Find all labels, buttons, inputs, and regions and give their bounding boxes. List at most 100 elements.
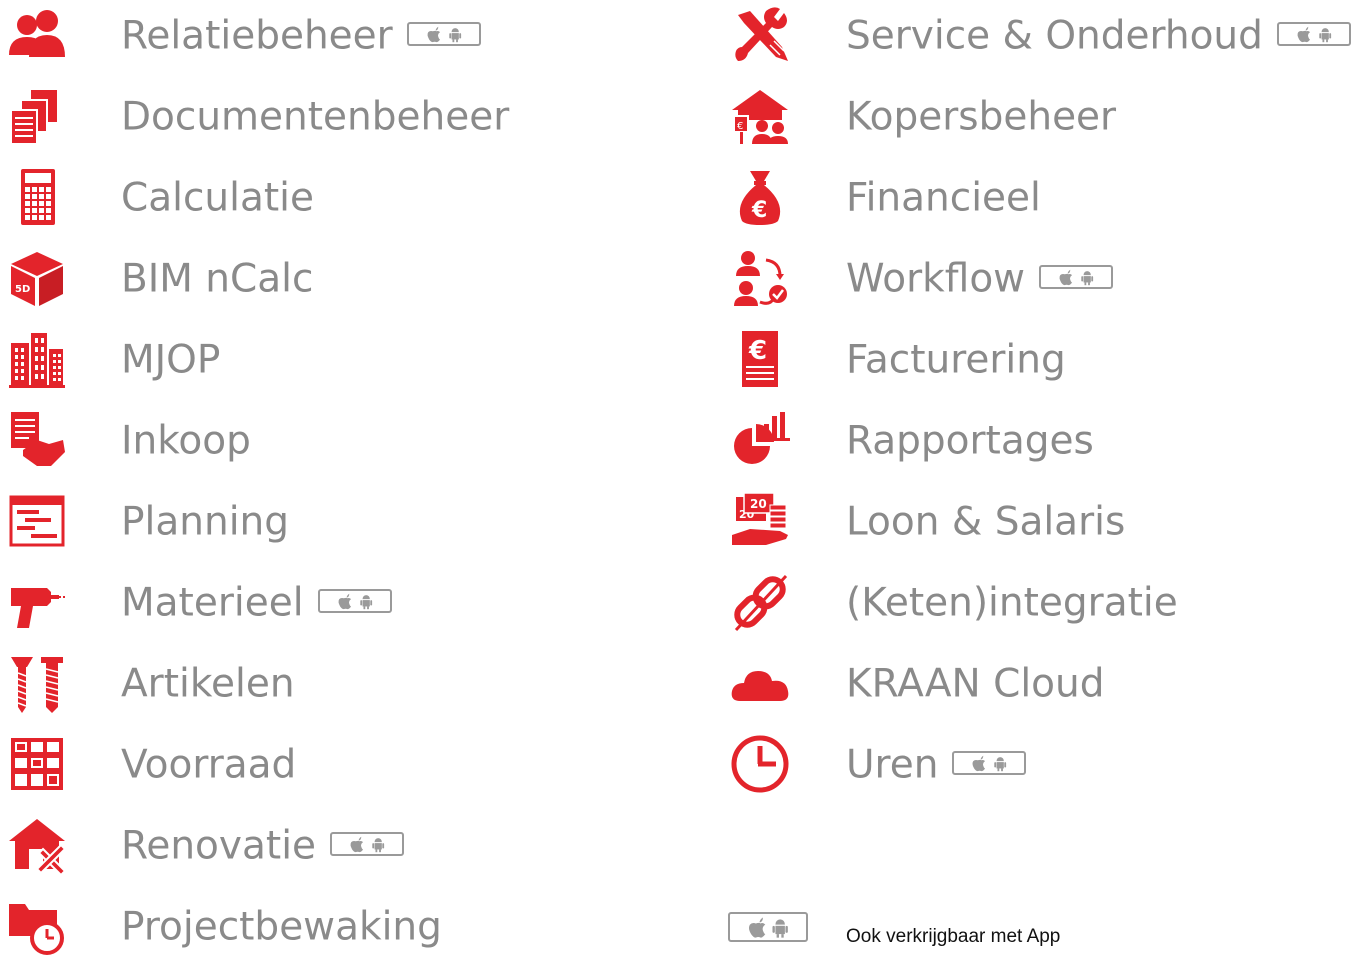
module-item[interactable]: Renovatie [0,810,1357,880]
legend-text: Ook verkrijgbaar met App [846,926,1061,947]
clock-icon [730,734,790,794]
gantt-icon [7,491,67,551]
module-label[interactable]: Projectbewaking [121,891,442,961]
module-label[interactable]: Workflow [846,243,1114,313]
module-label[interactable]: Voorraad [121,729,296,799]
module-label-text: Uren [846,742,939,788]
apple-android-badge-icon [728,912,808,942]
module-label[interactable]: Renovatie [121,810,405,880]
module-label-text: Service & Onderhoud [846,13,1263,59]
module-label[interactable]: Financieel [846,162,1041,232]
module-item[interactable]: (Keten)integratie [0,567,1357,637]
svg-text:20: 20 [739,508,755,521]
module-item[interactable]: Workflow [0,243,1357,313]
screws-icon [7,653,67,713]
module-item[interactable]: € Facturering [0,324,1357,394]
module-label-text: Materieel [121,580,304,626]
drill-icon [7,572,67,632]
svg-text:€: € [737,121,743,132]
module-label-text: Artikelen [121,661,295,707]
module-item[interactable]: Calculatie [0,162,1357,232]
module-item[interactable]: € Kopersbeheer [0,81,1357,151]
module-item[interactable]: KRAAN Cloud [0,648,1357,718]
module-item[interactable]: Relatiebeheer [0,0,1357,70]
chain-link-icon [730,572,790,632]
apple-android-badge-icon [406,21,481,46]
module-label-text: Projectbewaking [121,904,442,950]
module-label[interactable]: Rapportages [846,405,1094,475]
invoice-icon: € [730,329,790,389]
module-label-text: (Keten)integratie [846,580,1178,626]
module-item[interactable]: Projectbewaking [0,891,1357,961]
module-label[interactable]: (Keten)integratie [846,567,1178,637]
module-label-text: Loon & Salaris [846,499,1126,545]
module-label[interactable]: Loon & Salaris [846,486,1125,556]
module-item[interactable]: Planning [0,486,1357,556]
wrench-screwdriver-icon [730,5,790,65]
buildings-icon [7,329,67,389]
module-item[interactable]: 20 20 Loon & Salaris [0,486,1357,556]
apple-android-badge-icon [952,750,1027,775]
apple-android-badge-icon [330,831,405,856]
module-item[interactable]: Voorraad [0,729,1357,799]
module-item[interactable]: € Financieel [0,162,1357,232]
module-item[interactable]: Inkoop [0,405,1357,475]
house-tools-icon [7,815,67,875]
module-label[interactable]: Kopersbeheer [846,81,1116,151]
module-label-text: Workflow [846,256,1026,302]
module-label-text: MJOP [121,337,221,383]
pie-bar-chart-icon [730,410,790,470]
module-item[interactable]: Service & Onderhoud [0,0,1357,70]
module-label-text: KRAAN Cloud [846,661,1105,707]
module-label[interactable]: Artikelen [121,648,295,718]
module-label[interactable]: Calculatie [121,162,314,232]
module-label[interactable]: Planning [121,486,289,556]
calculator-icon [7,167,67,227]
module-label-text: Financieel [846,175,1041,221]
module-label[interactable]: Relatiebeheer [121,0,481,70]
module-item[interactable]: Artikelen [0,648,1357,718]
module-label[interactable]: Service & Onderhoud [846,0,1351,70]
salary-hand-icon: 20 20 [730,491,790,551]
house-buyers-icon: € [730,86,790,146]
warehouse-shelves-icon [7,734,67,794]
module-item[interactable]: Uren [0,729,1357,799]
folder-stopwatch-icon [7,896,67,956]
module-item[interactable]: Documentenbeheer [0,81,1357,151]
module-label[interactable]: Uren [846,729,1027,799]
module-label[interactable]: Facturering [846,324,1066,394]
module-item[interactable]: Materieel [0,567,1357,637]
module-item[interactable]: 5D BIM nCalc [0,243,1357,313]
module-item[interactable]: Rapportages [0,405,1357,475]
module-label-text: BIM nCalc [121,256,314,302]
module-label[interactable]: Documentenbeheer [121,81,509,151]
apple-android-badge-icon [1276,21,1351,46]
module-label[interactable]: BIM nCalc [121,243,313,313]
module-label[interactable]: MJOP [121,324,220,394]
apple-android-badge-icon [317,588,392,613]
documents-icon [7,86,67,146]
handshake-icon [7,410,67,470]
svg-text:20: 20 [750,497,767,511]
module-label[interactable]: Materieel [121,567,392,637]
module-label[interactable]: Inkoop [121,405,251,475]
relations-icon [7,5,67,65]
module-label-text: Inkoop [121,418,251,464]
svg-text:€: € [751,198,767,223]
module-label-text: Rapportages [846,418,1094,464]
bim-cube-icon: 5D [7,248,67,308]
module-label-text: Planning [121,499,289,545]
svg-text:€: € [748,336,767,366]
workflow-people-icon [730,248,790,308]
module-label-text: Relatiebeheer [121,13,393,59]
module-label-text: Documentenbeheer [121,94,510,140]
module-label-text: Kopersbeheer [846,94,1117,140]
money-bag-icon: € [730,167,790,227]
module-item[interactable]: MJOP [0,324,1357,394]
cloud-icon [730,653,790,713]
module-label-text: Renovatie [121,823,317,869]
module-label-text: Calculatie [121,175,314,221]
module-label[interactable]: KRAAN Cloud [846,648,1105,718]
svg-text:5D: 5D [15,284,30,295]
module-label-text: Voorraad [121,742,297,788]
